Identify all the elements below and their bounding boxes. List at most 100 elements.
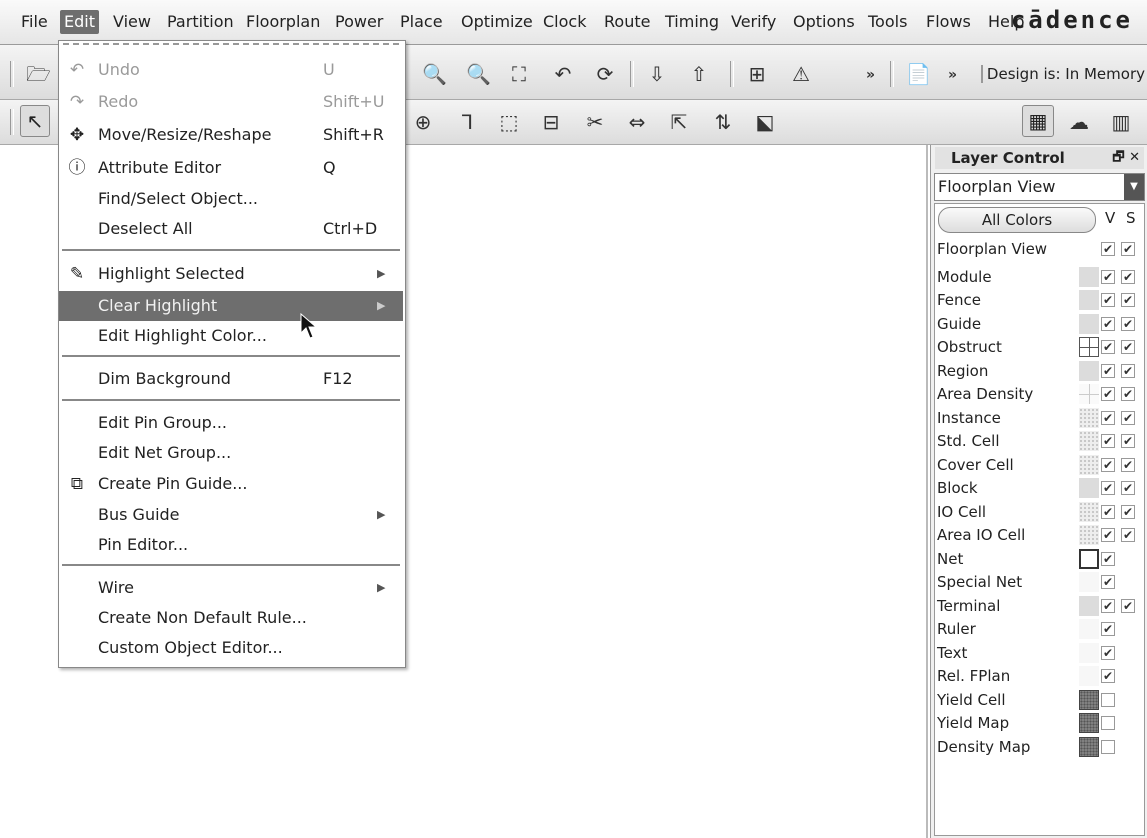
view-select[interactable]: Floorplan View ▼ [934,173,1145,201]
report-icon[interactable]: 📄 [906,63,931,85]
menu-item-pin-editor[interactable]: Pin Editor... [59,530,403,560]
menu-item-deselect-all[interactable]: Deselect All Ctrl+D [59,214,403,244]
menu-tools[interactable]: Tools [864,10,911,34]
selectable-checkbox[interactable]: ✔ [1121,505,1135,519]
ruler-icon[interactable]: ⊟ [540,111,562,133]
layer-color-swatch[interactable] [1079,666,1099,686]
redraw-icon[interactable]: ⟳ [594,63,616,85]
layer-color-swatch[interactable] [1079,713,1099,733]
visible-checkbox[interactable]: ✔ [1101,293,1115,307]
layer-color-swatch[interactable] [1079,267,1099,287]
visible-checkbox[interactable]: ✔ [1101,242,1115,256]
layer-color-swatch[interactable] [1079,290,1099,310]
visible-checkbox[interactable]: ✔ [1101,646,1115,660]
visible-checkbox[interactable]: ✔ [1101,552,1115,566]
layer-color-swatch[interactable] [1079,314,1099,334]
floorplan-view-icon[interactable]: ▦ [1022,105,1054,137]
menu-item-undo[interactable]: ↶ Undo U [59,55,403,85]
zoom-fit-icon[interactable]: ⛶ [508,63,530,85]
menu-item-edit-pin-group[interactable]: Edit Pin Group... [59,408,403,438]
wire-icon[interactable]: ᒣ [456,111,478,133]
selectable-checkbox[interactable]: ✔ [1121,411,1135,425]
layer-color-swatch[interactable] [1079,384,1099,404]
tear-off-line[interactable] [63,43,399,45]
select-box-icon[interactable]: ⬚ [498,111,520,133]
menu-view[interactable]: View [109,10,155,34]
layer-color-swatch[interactable] [1079,596,1099,616]
push-down-icon[interactable]: ⇩ [646,63,668,85]
cut-icon[interactable]: ✂ [584,111,606,133]
visible-checkbox[interactable]: ✔ [1101,505,1115,519]
toolbar-more-button[interactable]: » [948,67,957,83]
menu-clock[interactable]: Clock [539,10,590,34]
menu-item-dim-background[interactable]: Dim Background F12 [59,364,403,394]
layer-color-swatch[interactable] [1079,525,1099,545]
menu-power[interactable]: Power [331,10,387,34]
menu-place[interactable]: Place [396,10,447,34]
selectable-checkbox[interactable]: ✔ [1121,364,1135,378]
layer-color-swatch[interactable] [1079,643,1099,663]
menu-item-redo[interactable]: ↷ Redo Shift+U [59,87,403,117]
menu-item-move-resize-reshape[interactable]: ✥ Move/Resize/Reshape Shift+R [59,120,403,150]
visible-checkbox[interactable]: ✔ [1101,340,1115,354]
selectable-checkbox[interactable]: ✔ [1121,317,1135,331]
layer-color-swatch[interactable] [1079,502,1099,522]
menu-flows[interactable]: Flows [922,10,975,34]
menu-timing[interactable]: Timing [661,10,723,34]
selectable-checkbox[interactable]: ✔ [1121,434,1135,448]
layer-color-swatch[interactable] [1079,431,1099,451]
selectable-checkbox[interactable]: ✔ [1121,458,1135,472]
stretch-icon[interactable]: ⇔ [626,111,648,133]
visible-checkbox[interactable]: ✔ [1101,528,1115,542]
layer-color-swatch[interactable] [1079,619,1099,639]
layer-color-swatch[interactable] [1079,337,1099,357]
menu-item-bus-guide[interactable]: Bus Guide ▶ [59,500,403,530]
move-object-icon[interactable]: ⇱ [668,111,690,133]
add-instance-icon[interactable]: ⊕ [412,111,434,133]
pop-up-icon[interactable]: ⇧ [688,63,710,85]
menu-item-create-pin-guide[interactable]: ⧉ Create Pin Guide... [59,469,403,499]
hierarchy-icon[interactable]: ⊞ [746,63,768,85]
flip-icon[interactable]: ⇅ [712,111,734,133]
selectable-checkbox[interactable]: ✔ [1121,293,1135,307]
menu-optimize[interactable]: Optimize [457,10,537,34]
layer-color-swatch[interactable] [1079,549,1099,569]
panel-window-controls-icon[interactable]: 🗗 ✕ [1112,147,1140,169]
menu-item-clear-highlight[interactable]: Clear Highlight ▶ [59,291,403,321]
open-folder-icon[interactable]: 🗁 [26,63,51,85]
selectable-checkbox[interactable]: ✔ [1121,481,1135,495]
visible-checkbox[interactable]: ✔ [1101,458,1115,472]
all-colors-button[interactable]: All Colors [938,207,1096,233]
zoom-previous-icon[interactable]: ↶ [552,63,574,85]
layer-color-swatch[interactable] [1079,408,1099,428]
amoeba-view-icon[interactable]: ☁ [1068,111,1090,133]
menu-item-create-non-default-rule[interactable]: Create Non Default Rule... [59,603,403,633]
visible-checkbox[interactable]: ✔ [1101,599,1115,613]
visible-checkbox[interactable]: ✔ [1101,387,1115,401]
layer-color-swatch[interactable] [1079,361,1099,381]
selectable-checkbox[interactable]: ✔ [1121,387,1135,401]
visible-checkbox[interactable] [1101,716,1115,730]
visible-checkbox[interactable]: ✔ [1101,669,1115,683]
menu-item-custom-object-editor[interactable]: Custom Object Editor... [59,633,403,663]
chevron-down-icon[interactable]: ▼ [1124,174,1144,200]
visible-checkbox[interactable]: ✔ [1101,411,1115,425]
layer-color-swatch[interactable] [1079,690,1099,710]
selectable-checkbox[interactable]: ✔ [1121,270,1135,284]
visible-checkbox[interactable]: ✔ [1101,364,1115,378]
visible-checkbox[interactable]: ✔ [1101,481,1115,495]
visible-checkbox[interactable]: ✔ [1101,622,1115,636]
layer-color-swatch[interactable] [1079,737,1099,757]
visible-checkbox[interactable]: ✔ [1101,575,1115,589]
physical-view-icon[interactable]: ▥ [1110,111,1132,133]
menu-verify[interactable]: Verify [727,10,780,34]
visible-checkbox[interactable] [1101,740,1115,754]
selectable-checkbox[interactable]: ✔ [1121,340,1135,354]
selectable-checkbox[interactable]: ✔ [1121,242,1135,256]
warning-icon[interactable]: ⚠ [790,63,812,85]
menu-item-highlight-selected[interactable]: ✎ Highlight Selected ▶ [59,259,403,289]
menu-partition[interactable]: Partition [163,10,238,34]
menu-edit[interactable]: Edit [60,10,99,34]
layer-color-swatch[interactable] [1079,572,1099,592]
selectable-checkbox[interactable]: ✔ [1121,528,1135,542]
